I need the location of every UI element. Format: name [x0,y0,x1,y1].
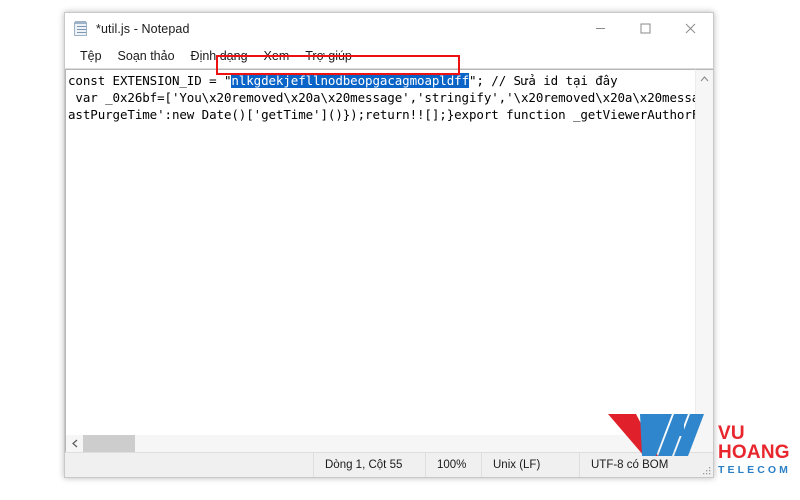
logo-brand-name: VU HOANG [718,423,790,463]
menu-item-help[interactable]: Trợ giúp [297,46,360,66]
menu-item-view[interactable]: Xem [256,46,298,66]
scrollbar-corner [696,435,713,452]
close-button[interactable] [668,13,713,44]
scroll-up-button[interactable] [696,70,713,87]
menu-item-file[interactable]: Tệp [72,46,110,66]
vertical-scrollbar[interactable] [695,69,713,435]
logo-text: VU HOANG TELECOM [718,424,792,476]
selected-text: nlkgdekjefllnodbeopgacagmoapldff [231,73,469,88]
resize-grip[interactable] [697,453,713,477]
title-bar: *util.js - Notepad [65,13,713,44]
menu-item-format[interactable]: Định dạng [183,46,256,66]
code-line: var _0x26bf=['You\x20removed\x20a\x20mes… [68,89,695,106]
logo-brand-subtitle: TELECOM [718,464,792,476]
close-icon [685,23,696,34]
horizontal-scroll-track[interactable] [83,435,696,452]
status-encoding: UTF-8 có BOM [579,453,697,477]
code-text-segment: const EXTENSION_ID = " [68,73,232,88]
window-controls [578,13,713,44]
code-text-segment: astPurgeTime':new Date()['getTime']()});… [68,107,695,122]
chevron-up-icon [700,75,709,81]
code-content: const EXTENSION_ID = "nlkgdekjefllnodbeo… [68,72,695,123]
status-position: Dòng 1, Cột 55 [313,453,425,477]
status-bar: Dòng 1, Cột 55 100% Unix (LF) UTF-8 có B… [65,452,713,477]
chevron-left-icon [71,439,77,448]
status-line-ending: Unix (LF) [481,453,579,477]
notepad-window: *util.js - Notepad Tệp Soạn thảo Định dạ… [64,12,714,478]
resize-grip-icon [703,467,711,475]
text-editor[interactable]: const EXTENSION_ID = "nlkgdekjefllnodbeo… [65,69,695,435]
maximize-button[interactable] [623,13,668,44]
menu-bar: Tệp Soạn thảo Định dạng Xem Trợ giúp [65,44,713,68]
editor-area: const EXTENSION_ID = "nlkgdekjefllnodbeo… [65,68,713,435]
menu-item-edit[interactable]: Soạn thảo [110,46,183,66]
minimize-icon [596,28,605,29]
vertical-scroll-track[interactable] [696,87,713,435]
horizontal-scrollbar[interactable] [65,435,713,452]
horizontal-scroll-thumb[interactable] [83,435,135,452]
notepad-icon [73,20,89,37]
code-text-segment: var _0x26bf=['You\x20removed\x20a\x20mes… [68,90,695,105]
maximize-icon [640,23,651,34]
code-text-segment: "; // Sửa id tại đây [469,73,618,88]
code-line: astPurgeTime':new Date()['getTime']()});… [68,106,695,123]
window-title: *util.js - Notepad [96,21,190,36]
code-line: const EXTENSION_ID = "nlkgdekjefllnodbeo… [68,72,695,89]
minimize-button[interactable] [578,13,623,44]
status-spacer [65,453,313,477]
status-zoom: 100% [425,453,481,477]
scroll-left-button[interactable] [66,435,83,452]
